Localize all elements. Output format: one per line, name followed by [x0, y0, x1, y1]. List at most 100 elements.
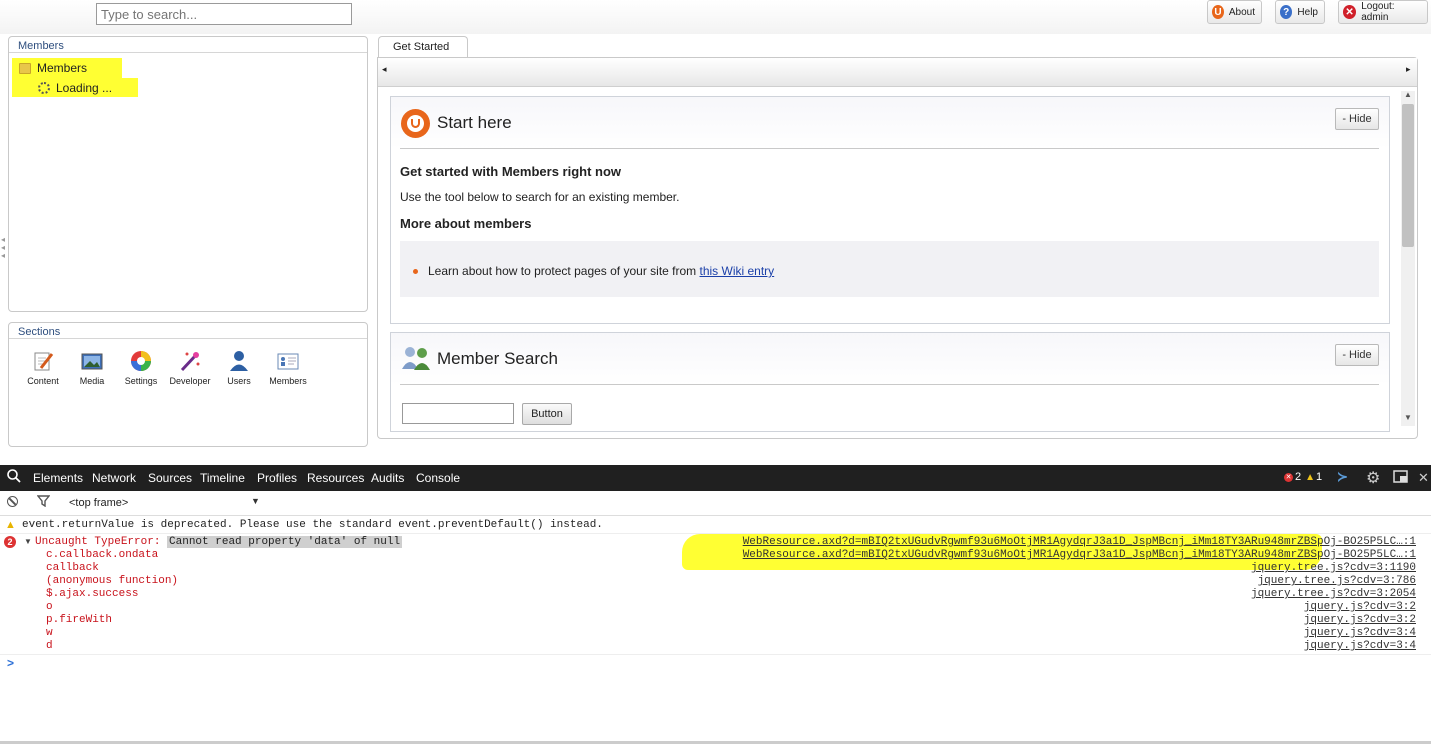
- source-link[interactable]: jquery.js?cdv=3:2: [1304, 614, 1416, 626]
- stack-frame: c.callback.ondata: [46, 549, 159, 561]
- scroll-down-icon[interactable]: ▼: [1404, 413, 1412, 422]
- source-link[interactable]: WebResource.axd?d=mBIQ2txUGudvRgwmf93u6M…: [743, 549, 1416, 561]
- error-prefix: Uncaught TypeError:: [35, 536, 168, 548]
- tree-loading: Loading ...: [38, 81, 112, 95]
- tab-console[interactable]: Console: [416, 471, 460, 485]
- clear-console-icon[interactable]: [7, 496, 18, 507]
- filter-icon[interactable]: [36, 494, 51, 510]
- stack-frame: w: [46, 627, 53, 639]
- stack-frame: o: [46, 601, 53, 613]
- divider: [400, 148, 1379, 149]
- source-link[interactable]: jquery.tree.js?cdv=3:2054: [1251, 588, 1416, 600]
- description-text: Use the tool below to search for an exis…: [400, 190, 680, 204]
- section-users[interactable]: Users: [215, 350, 263, 386]
- chevron-down-icon[interactable]: ▼: [251, 496, 260, 506]
- tree-node-members[interactable]: Members: [19, 61, 87, 75]
- members-group-icon: [401, 345, 431, 374]
- scrollbar-thumb[interactable]: [1402, 104, 1414, 247]
- spinner-icon: [38, 82, 50, 94]
- error-warning-counter[interactable]: ✕ 2 ▲ 1: [1284, 471, 1322, 483]
- umbraco-logo-icon: U: [1212, 5, 1224, 19]
- tab-network[interactable]: Network: [92, 471, 136, 485]
- list-item: Learn about how to protect pages of your…: [413, 264, 774, 278]
- help-icon: ?: [1280, 5, 1293, 19]
- devtools-toolbar: Elements Network Sources Timeline Profil…: [0, 465, 1431, 491]
- tab-timeline[interactable]: Timeline: [200, 471, 245, 485]
- section-heading: More about members: [400, 216, 532, 231]
- stack-frame: $.ajax.success: [46, 588, 139, 600]
- tab-sources[interactable]: Sources: [148, 471, 192, 485]
- user-icon: [228, 350, 250, 372]
- divider: [0, 654, 1431, 655]
- scroll-up-icon[interactable]: ▲: [1404, 90, 1412, 99]
- tab-audits[interactable]: Audits: [371, 471, 404, 485]
- section-media[interactable]: Media: [68, 350, 116, 386]
- warning-message: event.returnValue is deprecated. Please …: [22, 519, 603, 531]
- stack-frame: p.fireWith: [46, 614, 113, 626]
- scroll-left-icon[interactable]: ◂: [382, 64, 387, 75]
- error-count: 2: [1295, 471, 1302, 483]
- scroll-right-icon[interactable]: ▸: [1406, 64, 1411, 75]
- member-search-input[interactable]: [402, 403, 514, 424]
- tab-elements[interactable]: Elements: [33, 471, 83, 485]
- dock-icon[interactable]: [1393, 470, 1408, 486]
- collapse-handle[interactable]: ◂ ◂ ◂: [1, 236, 5, 260]
- search-icon[interactable]: [7, 469, 21, 486]
- source-link[interactable]: jquery.tree.js?cdv=3:786: [1258, 575, 1416, 587]
- section-heading: Get started with Members right now: [400, 164, 622, 179]
- start-here-header: [391, 97, 1389, 149]
- section-settings[interactable]: Settings: [117, 350, 165, 386]
- tree-panel-title: Members: [9, 37, 367, 53]
- section-developer[interactable]: Developer: [166, 350, 214, 386]
- source-link[interactable]: jquery.js?cdv=3:4: [1304, 627, 1416, 639]
- tab-profiles[interactable]: Profiles: [257, 471, 297, 485]
- hide-button[interactable]: - Hide: [1335, 108, 1379, 130]
- section-label: Content: [27, 376, 59, 386]
- hide-button[interactable]: - Hide: [1335, 344, 1379, 366]
- bullet-icon: [413, 268, 418, 274]
- logout-label: Logout: admin: [1361, 1, 1395, 23]
- help-button[interactable]: ? Help: [1275, 0, 1325, 24]
- about-label: About: [1228, 6, 1255, 18]
- section-label: Users: [227, 376, 251, 386]
- sections-panel-title: Sections: [9, 323, 367, 339]
- section-label: Members: [269, 376, 307, 386]
- tab-resources[interactable]: Resources: [307, 471, 364, 485]
- picture-icon: [81, 350, 103, 372]
- section-label: Media: [79, 376, 105, 386]
- search-button[interactable]: Button: [522, 403, 572, 425]
- tree-node-label: Members: [37, 61, 88, 75]
- console-prompt[interactable]: >: [7, 656, 14, 670]
- loading-label: Loading ...: [56, 81, 113, 95]
- help-label: Help: [1297, 6, 1318, 18]
- divider: [400, 384, 1379, 385]
- source-link[interactable]: jquery.tree.js?cdv=3:1190: [1251, 562, 1416, 574]
- error-message: Uncaught TypeError: Cannot read property…: [35, 536, 403, 548]
- tab-toolbar: [378, 58, 1417, 87]
- magic-wand-icon: [179, 350, 201, 372]
- error-text: Cannot read property 'data' of null: [167, 536, 403, 548]
- stack-frame: callback: [46, 562, 99, 574]
- section-content[interactable]: Content: [19, 350, 67, 386]
- source-link[interactable]: WebResource.axd?d=mBIQ2txUGudvRgwmf93u6M…: [743, 536, 1416, 548]
- console-drawer-icon[interactable]: ≻: [1337, 469, 1348, 485]
- section-label: Settings: [124, 376, 158, 386]
- members-card-icon: [277, 350, 299, 372]
- logout-button[interactable]: ✕ Logout: admin: [1338, 0, 1428, 24]
- console-filter-bar: [0, 491, 1431, 516]
- source-link[interactable]: jquery.js?cdv=3:2: [1304, 601, 1416, 613]
- about-button[interactable]: U About: [1207, 0, 1262, 24]
- wiki-link[interactable]: this Wiki entry: [700, 264, 775, 278]
- frame-selector[interactable]: <top frame>: [69, 497, 128, 509]
- umbraco-logo-icon: [401, 109, 430, 138]
- error-count-badge: 2: [4, 536, 16, 548]
- search-input[interactable]: [96, 3, 352, 25]
- stack-frame: d: [46, 640, 53, 652]
- section-members[interactable]: Members: [264, 350, 312, 386]
- close-icon[interactable]: ✕: [1418, 470, 1429, 486]
- tab-get-started[interactable]: Get Started: [378, 36, 468, 58]
- gear-icon[interactable]: ⚙: [1366, 468, 1380, 488]
- disclosure-triangle-icon[interactable]: ▼: [24, 537, 32, 546]
- error-icon: ✕: [1284, 472, 1293, 482]
- source-link[interactable]: jquery.js?cdv=3:4: [1304, 640, 1416, 652]
